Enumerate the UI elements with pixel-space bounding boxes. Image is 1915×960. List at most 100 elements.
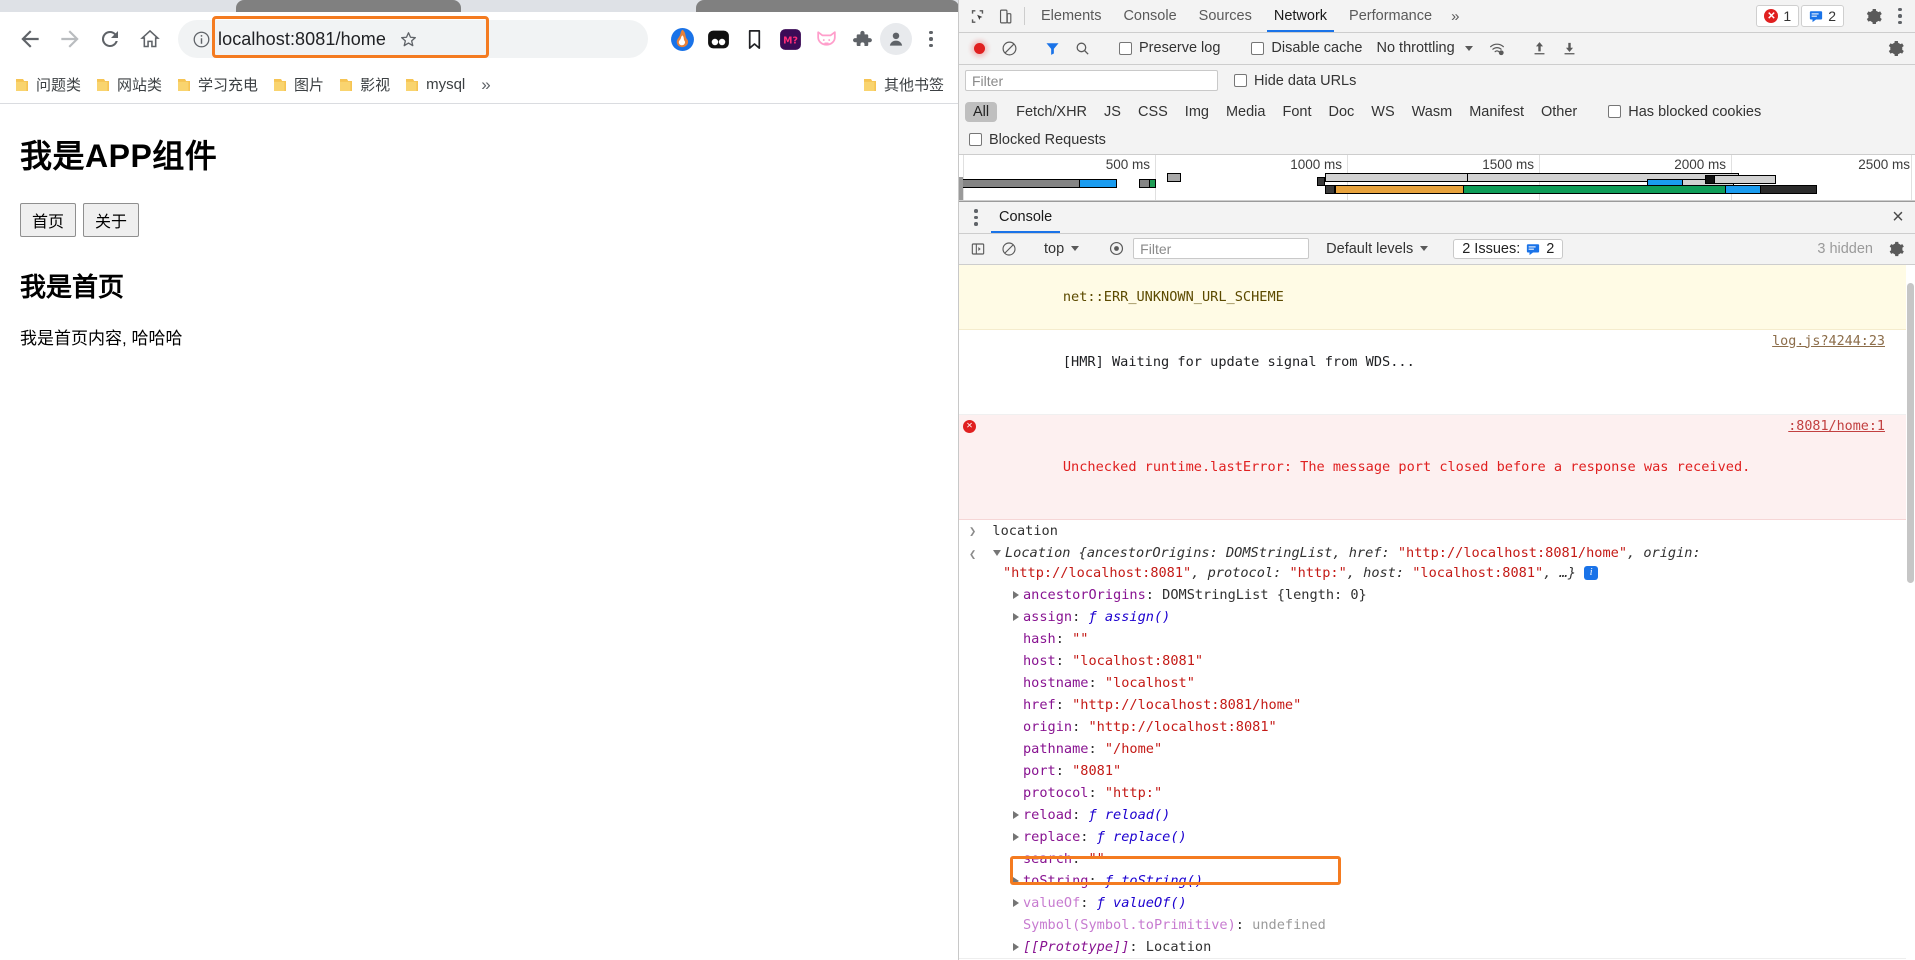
- expand-triangle-icon[interactable]: [1013, 832, 1019, 841]
- import-har-button[interactable]: [1526, 36, 1554, 60]
- close-drawer-button[interactable]: ×: [1881, 206, 1915, 229]
- profile-avatar[interactable]: [880, 23, 912, 55]
- nav-about-button[interactable]: 关于: [83, 203, 140, 237]
- extensions-puzzle-icon[interactable]: [844, 21, 880, 57]
- back-button[interactable]: [10, 19, 50, 59]
- chevron-down-icon[interactable]: [1071, 246, 1080, 252]
- inspect-element-icon[interactable]: [963, 0, 991, 32]
- devtools-settings-gear-icon[interactable]: [1859, 7, 1887, 26]
- object-property-row[interactable]: protocol: "http:": [1003, 782, 1915, 804]
- preserve-log-checkbox[interactable]: Preserve log: [1111, 40, 1228, 56]
- issues-badge[interactable]: 2 Issues: 2: [1453, 238, 1564, 259]
- object-property-row[interactable]: search: "": [1003, 848, 1915, 870]
- network-overview-timeline[interactable]: 500 ms 1000 ms 1500 ms 2000 ms 2500 ms: [959, 154, 1915, 201]
- bookmark-item[interactable]: 学习充电: [170, 70, 264, 99]
- checkbox-box[interactable]: [1234, 74, 1247, 88]
- checkbox-box[interactable]: [1608, 105, 1622, 119]
- bookmark-item[interactable]: 网站类: [89, 70, 168, 99]
- console-filter-input[interactable]: Filter: [1133, 238, 1310, 260]
- object-property-row[interactable]: pathname: "/home": [1003, 738, 1915, 760]
- object-property-row[interactable]: valueOf: ƒ valueOf(): [1003, 892, 1915, 914]
- expand-triangle-icon[interactable]: [1013, 810, 1019, 819]
- chevron-down-icon[interactable]: [1420, 246, 1429, 252]
- console-context-select[interactable]: top: [1040, 241, 1068, 257]
- network-settings-gear-icon[interactable]: [1881, 36, 1909, 60]
- type-filter-js[interactable]: JS: [1096, 102, 1129, 122]
- bookmarks-overflow-button[interactable]: »: [473, 76, 499, 93]
- error-count-badge[interactable]: ✕ 1: [1756, 5, 1800, 27]
- object-property-row[interactable]: [[Prototype]]: Location: [1003, 936, 1915, 958]
- object-property-row[interactable]: origin: "http://localhost:8081": [1003, 716, 1915, 738]
- type-filter-doc[interactable]: Doc: [1320, 102, 1362, 122]
- console-sidebar-toggle[interactable]: [964, 237, 992, 261]
- home-button[interactable]: [130, 19, 170, 59]
- tab-elements[interactable]: Elements: [1030, 0, 1112, 32]
- message-count-badge[interactable]: 2: [1801, 5, 1844, 27]
- blocked-requests-checkbox[interactable]: Blocked Requests: [969, 132, 1106, 148]
- console-message-warning[interactable]: net::ERR_UNKNOWN_URL_SCHEME: [959, 264, 1915, 330]
- type-filter-manifest[interactable]: Manifest: [1461, 102, 1532, 122]
- other-bookmarks-folder[interactable]: 其他书签: [856, 70, 950, 99]
- console-message-log[interactable]: [HMR] Waiting for update signal from WDS…: [959, 330, 1915, 415]
- object-property-row[interactable]: Symbol(Symbol.toPrimitive): undefined: [1003, 914, 1915, 936]
- expand-triangle-icon[interactable]: [1013, 898, 1019, 907]
- throttling-select[interactable]: No throttling: [1372, 40, 1458, 56]
- expand-triangle-icon[interactable]: [1013, 942, 1019, 951]
- network-filter-input[interactable]: Filter: [965, 70, 1218, 92]
- has-blocked-cookies-checkbox[interactable]: Has blocked cookies: [1600, 104, 1769, 120]
- object-property-row[interactable]: assign: ƒ assign(): [1003, 606, 1915, 628]
- extension-bookmark-icon[interactable]: [736, 21, 772, 57]
- type-filter-ws[interactable]: WS: [1363, 102, 1402, 122]
- checkbox-box[interactable]: [1251, 41, 1265, 55]
- type-filter-css[interactable]: CSS: [1130, 102, 1176, 122]
- console-clear-button[interactable]: [995, 237, 1023, 261]
- console-message-source[interactable]: log.js?4244:23: [1772, 332, 1885, 352]
- bookmark-item[interactable]: mysql: [398, 72, 471, 97]
- chevron-down-icon[interactable]: [1464, 45, 1473, 51]
- clear-button[interactable]: [995, 36, 1023, 60]
- site-info-icon[interactable]: [188, 26, 214, 52]
- bookmark-star-icon[interactable]: [390, 21, 426, 57]
- url-text[interactable]: localhost:8081/home: [218, 29, 386, 50]
- info-badge-icon[interactable]: i: [1584, 565, 1599, 580]
- object-property-row[interactable]: host: "localhost:8081": [1003, 650, 1915, 672]
- tab-performance[interactable]: Performance: [1338, 0, 1443, 32]
- browser-tab[interactable]: [236, 0, 461, 12]
- object-property-row[interactable]: hash: "": [1003, 628, 1915, 650]
- extension-panda-icon[interactable]: [700, 21, 736, 57]
- console-message-source[interactable]: :8081/home:1: [1788, 417, 1885, 437]
- expand-triangle-icon[interactable]: [993, 549, 1001, 556]
- object-property-row[interactable]: hostname: "localhost": [1003, 672, 1915, 694]
- type-filter-font[interactable]: Font: [1274, 102, 1319, 122]
- log-levels-select[interactable]: Default levels: [1322, 241, 1417, 257]
- drawer-tab-console[interactable]: Console: [989, 202, 1062, 233]
- extension-flame-icon[interactable]: [664, 21, 700, 57]
- disable-cache-checkbox[interactable]: Disable cache: [1243, 40, 1370, 56]
- extension-purple-icon[interactable]: M?: [772, 21, 808, 57]
- console-message-error[interactable]: ✕ Unchecked runtime.lastError: The messa…: [959, 414, 1915, 520]
- object-property-row[interactable]: replace: ƒ replace(): [1003, 826, 1915, 848]
- device-toolbar-icon[interactable]: [991, 0, 1019, 32]
- drawer-menu-button[interactable]: [963, 197, 989, 237]
- console-settings-gear-icon[interactable]: [1882, 237, 1910, 261]
- reload-button[interactable]: [90, 19, 130, 59]
- type-filter-media[interactable]: Media: [1218, 102, 1274, 122]
- type-filter-wasm[interactable]: Wasm: [1404, 102, 1461, 122]
- console-scrollbar[interactable]: [1906, 264, 1915, 960]
- type-filter-fetch-xhr[interactable]: Fetch/XHR: [1008, 102, 1095, 122]
- browser-menu-button[interactable]: [914, 19, 948, 59]
- bookmark-item[interactable]: 问题类: [8, 70, 87, 99]
- object-property-row[interactable]: toString: ƒ toString(): [1003, 870, 1915, 892]
- object-property-row[interactable]: ancestorOrigins: DOMStringList {length: …: [1003, 584, 1915, 606]
- type-filter-img[interactable]: Img: [1177, 102, 1217, 122]
- object-property-row[interactable]: port: "8081": [1003, 760, 1915, 782]
- export-har-button[interactable]: [1556, 36, 1584, 60]
- scrollbar-thumb[interactable]: [1907, 282, 1914, 583]
- tab-network[interactable]: Network: [1263, 0, 1338, 32]
- tab-sources[interactable]: Sources: [1188, 0, 1263, 32]
- bookmark-item[interactable]: 图片: [266, 70, 330, 99]
- live-expression-button[interactable]: [1102, 237, 1130, 261]
- type-filter-all[interactable]: All: [965, 101, 998, 122]
- record-button[interactable]: [965, 36, 993, 60]
- object-property-row[interactable]: reload: ƒ reload(): [1003, 804, 1915, 826]
